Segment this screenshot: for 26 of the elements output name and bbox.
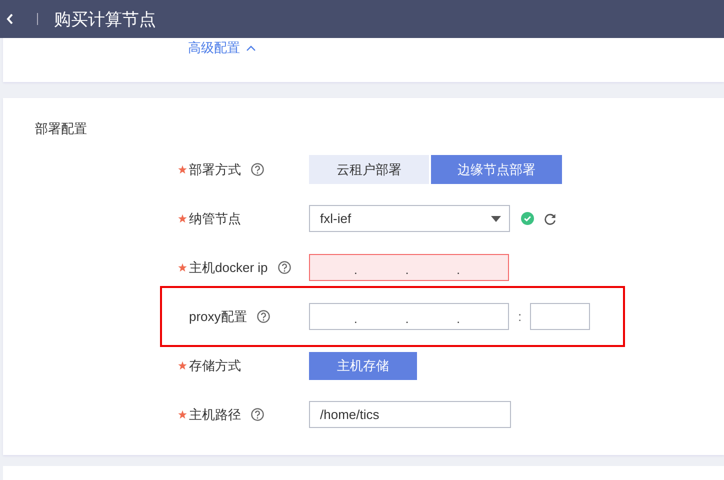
field-label: 主机路径 [189, 406, 241, 424]
refresh-icon[interactable] [544, 212, 556, 224]
dropdown-caret-icon [491, 216, 501, 222]
option-button[interactable]: 边缘节点部署 [431, 155, 562, 184]
section-title: 部署配置 [35, 120, 88, 138]
chevron-up-icon [246, 45, 256, 51]
back-icon[interactable] [6, 13, 14, 25]
ip-address-field[interactable]: . . . [309, 254, 509, 281]
page-title: 购买计算节点 [54, 8, 156, 30]
node-select[interactable]: fxl-ief [309, 205, 510, 232]
ip-address-field[interactable]: . . . [309, 303, 509, 330]
field-label: proxy配置 [189, 308, 247, 326]
field-label: 纳管节点 [189, 210, 241, 228]
port-field[interactable] [530, 303, 590, 330]
advanced-settings-link[interactable]: 高级配置 [188, 39, 256, 57]
help-icon[interactable] [251, 163, 264, 176]
path-field[interactable]: /home/tics [309, 401, 511, 428]
field-label: 主机docker ip [189, 258, 268, 276]
storage-button[interactable]: 主机存储 [309, 352, 417, 380]
help-icon[interactable] [278, 261, 291, 274]
help-icon[interactable] [256, 310, 270, 323]
field-label: 存储方式 [189, 356, 241, 374]
help-icon[interactable] [251, 408, 264, 421]
field-label: 部署方式 [189, 160, 241, 178]
port-separator: : [518, 309, 522, 324]
option-button[interactable]: 云租户部署 [309, 155, 429, 184]
